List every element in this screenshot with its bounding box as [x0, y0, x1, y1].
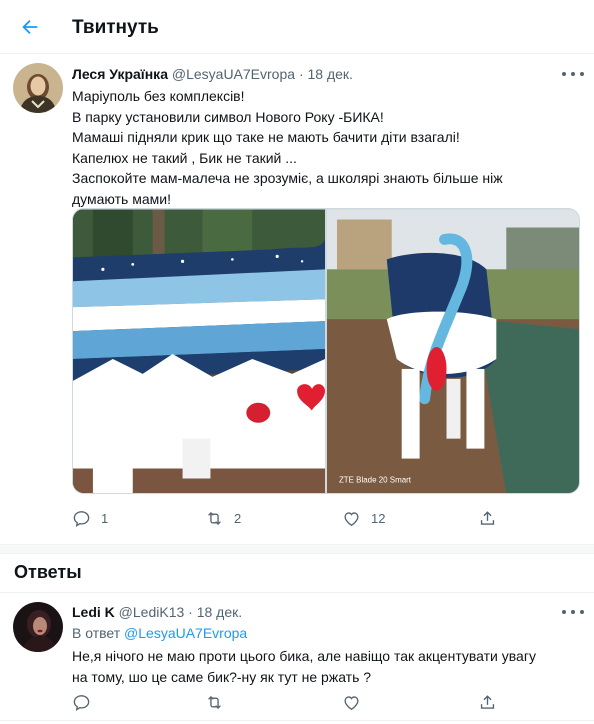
- author-handle[interactable]: @LesyaUA7Evropa: [172, 66, 295, 82]
- meta-separator: ·: [298, 66, 304, 82]
- tweet-text-line: Капелюх не такий , Бик не такий ...: [72, 149, 297, 166]
- reply-to-handle[interactable]: @LesyaUA7Evropa: [124, 625, 247, 641]
- page-header: Твитнуть: [0, 0, 594, 54]
- reply-like-button[interactable]: [342, 690, 361, 714]
- reply-to-label: В ответ: [72, 625, 121, 641]
- reply-text-line: на тому, шо це саме бик?-ну як тут не рж…: [72, 668, 372, 685]
- more-options-icon[interactable]: [562, 67, 584, 81]
- tweet-text: Маріуполь без комплексів! В парку устано…: [72, 86, 572, 210]
- reply-to-line: В ответ @LesyaUA7Evropa: [72, 625, 247, 641]
- page-title: Твитнуть: [72, 17, 159, 38]
- divider: [0, 592, 594, 593]
- heart-icon: [344, 695, 359, 710]
- tweet-text-line: думають мами!: [72, 190, 171, 207]
- reply-reply-button[interactable]: [72, 690, 91, 714]
- reply-count: 1: [101, 510, 109, 526]
- photo-bull-side[interactable]: [73, 209, 325, 494]
- heart-icon: [344, 511, 359, 526]
- like-button[interactable]: 12: [342, 506, 385, 530]
- reply-icon: [73, 510, 90, 527]
- reply-author-avatar[interactable]: [13, 602, 63, 652]
- photo-bull-rear[interactable]: ZTE Blade 20 Smart: [327, 209, 579, 494]
- tweet-media[interactable]: ZTE Blade 20 Smart: [72, 208, 580, 494]
- tweet-text-line: Мамаші підняли крик що таке не мають бач…: [72, 129, 460, 146]
- reply-icon: [73, 694, 90, 711]
- reply-more-options-icon[interactable]: [562, 605, 584, 619]
- tweet-text-line: Маріуполь без комплексів!: [72, 88, 245, 104]
- arrow-left-icon: [22, 19, 38, 35]
- retweet-count: 2: [234, 510, 242, 526]
- retweet-button[interactable]: 2: [205, 506, 241, 530]
- retweet-icon: [208, 695, 221, 709]
- tweet-text-line: Заспокойте мам-малеча не зрозуміє, а шко…: [72, 170, 503, 187]
- reply-share-button[interactable]: [478, 690, 497, 714]
- author-name[interactable]: Леся Українка: [72, 66, 168, 82]
- author-avatar[interactable]: [13, 63, 63, 113]
- tweet-actions: 1 2 12: [72, 506, 542, 530]
- reply-text-line: Не,я нічого не маю проти цього бика, але…: [72, 648, 536, 664]
- reply-actions: [72, 690, 542, 714]
- like-count: 12: [371, 510, 386, 526]
- tweet-meta: Леся Українка @LesyaUA7Evropa · 18 дек.: [72, 66, 353, 82]
- back-button[interactable]: [16, 13, 44, 41]
- share-icon: [480, 510, 495, 525]
- reply-retweet-button[interactable]: [205, 690, 224, 714]
- reply-author-handle[interactable]: @LediK13: [119, 604, 185, 620]
- tweet-date[interactable]: 18 дек.: [308, 66, 353, 82]
- share-icon: [480, 694, 495, 709]
- divider: [0, 720, 594, 721]
- meta-separator: ·: [188, 604, 193, 620]
- retweet-icon: [208, 511, 221, 525]
- photo-watermark: ZTE Blade 20 Smart: [339, 475, 412, 484]
- answers-heading: Ответы: [14, 562, 82, 582]
- tweet-text-line: В парку установили символ Нового Року -Б…: [72, 108, 384, 125]
- share-button[interactable]: [478, 506, 497, 530]
- section-divider: [0, 544, 594, 554]
- reply-author-name[interactable]: Ledi K: [72, 604, 115, 620]
- reply-date[interactable]: 18 дек.: [197, 604, 242, 620]
- reply-button[interactable]: 1: [72, 506, 108, 530]
- reply-text: Не,я нічого не маю проти цього бика, але…: [72, 646, 577, 687]
- reply-meta: Ledi K @LediK13 · 18 дек.: [72, 604, 242, 620]
